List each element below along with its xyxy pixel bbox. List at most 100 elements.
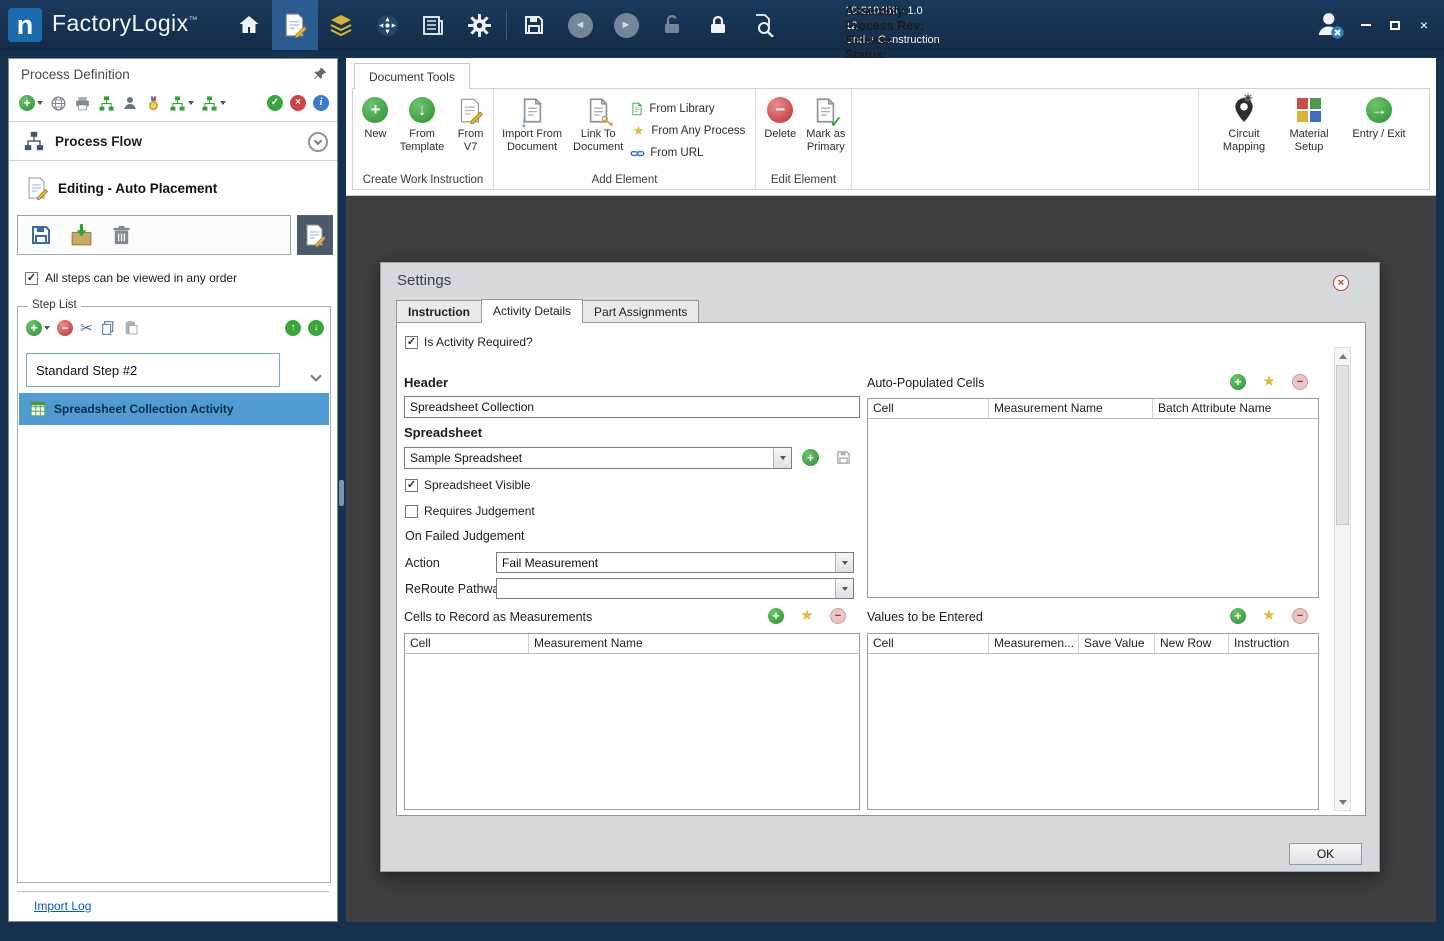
cut-button[interactable]: ✂	[80, 319, 93, 337]
spreadsheet-visible-checkbox[interactable]: ✓	[405, 478, 418, 492]
column-cell[interactable]: Cell	[868, 634, 989, 653]
cells-to-record-table[interactable]: Cell Measurement Name	[404, 633, 860, 810]
new-button[interactable]: + New	[357, 94, 394, 141]
view-order-checkbox[interactable]: ✓	[25, 271, 38, 285]
scroll-down-button[interactable]	[1335, 794, 1350, 810]
add-row-button[interactable]: +	[1230, 608, 1246, 624]
paste-button[interactable]	[123, 320, 139, 336]
move-down-button[interactable]: ↓	[308, 320, 324, 336]
column-cell[interactable]: Cell	[868, 399, 989, 418]
circuit-mapping-button[interactable]: Circuit Mapping	[1217, 94, 1271, 153]
save-spreadsheet-button[interactable]	[835, 449, 852, 466]
from-any-process-button[interactable]: ★ From Any Process	[630, 123, 753, 139]
from-template-button[interactable]: ↓ From Template	[396, 94, 448, 153]
panel-scrollbar[interactable]	[1334, 347, 1351, 811]
process-layers-button[interactable]	[318, 0, 364, 50]
column-measurement-name[interactable]: Measurement Name	[529, 634, 859, 653]
material-setup-button[interactable]: Material Setup	[1281, 94, 1337, 153]
remove-row-button[interactable]: −	[830, 608, 846, 624]
import-step-button[interactable]	[65, 219, 97, 251]
settings-gear-button[interactable]	[456, 0, 502, 50]
maximize-button[interactable]	[1387, 17, 1403, 33]
info-button[interactable]: i	[313, 95, 329, 111]
requires-judgement-checkbox[interactable]	[405, 504, 418, 518]
column-measurement-name[interactable]: Measurement Name	[989, 399, 1153, 418]
reroute-pathway-select[interactable]	[496, 578, 854, 599]
step-selector-expander[interactable]	[310, 367, 322, 385]
lock-button[interactable]	[695, 0, 741, 50]
documents-button[interactable]	[410, 0, 456, 50]
save-step-button[interactable]	[25, 219, 57, 251]
auto-populated-table[interactable]: Cell Measurement Name Batch Attribute Na…	[867, 398, 1319, 598]
column-save-value[interactable]: Save Value	[1079, 634, 1155, 653]
expand-process-flow-button[interactable]	[308, 132, 328, 152]
scroll-up-button[interactable]	[1335, 348, 1350, 364]
tab-part-assignments[interactable]: Part Assignments	[582, 300, 700, 323]
undo-button[interactable]: ◄	[557, 0, 603, 50]
web-button[interactable]	[50, 95, 67, 112]
requires-judgement-row[interactable]: Requires Judgement	[405, 504, 535, 518]
values-table[interactable]: Cell Measuremen... Save Value New Row In…	[867, 633, 1319, 810]
enable-button[interactable]: ✓	[267, 95, 283, 111]
delete-element-button[interactable]: − Delete	[760, 94, 801, 141]
add-button[interactable]: +	[19, 95, 43, 111]
tab-instruction[interactable]: Instruction	[396, 300, 482, 323]
print-button[interactable]	[74, 95, 91, 112]
home-button[interactable]	[226, 0, 272, 50]
close-button[interactable]: ×	[1416, 17, 1432, 33]
ok-button[interactable]: OK	[1289, 843, 1362, 865]
navigation-button[interactable]	[364, 0, 410, 50]
column-new-row[interactable]: New Row	[1155, 634, 1229, 653]
mark-as-primary-button[interactable]: ✓ Mark as Primary	[803, 94, 849, 153]
delete-step-button[interactable]	[105, 219, 137, 251]
add-spreadsheet-button[interactable]: +	[802, 449, 819, 466]
import-from-document-button[interactable]: ↓ Import From Document	[498, 94, 566, 153]
add-step-button[interactable]: +	[26, 320, 50, 336]
work-instructions-button[interactable]	[272, 0, 318, 50]
remove-step-button[interactable]: −	[57, 320, 73, 336]
import-log-link[interactable]: Import Log	[34, 899, 91, 913]
process-tree-button[interactable]	[98, 95, 115, 112]
from-url-button[interactable]: From URL	[630, 145, 753, 161]
dropdown-button[interactable]	[835, 579, 853, 598]
view-order-checkbox-row[interactable]: ✓ All steps can be viewed in any order	[25, 271, 237, 285]
header-input[interactable]	[404, 396, 860, 418]
route-options-button[interactable]	[201, 95, 226, 112]
unlock-button[interactable]	[649, 0, 695, 50]
column-batch-attribute-name[interactable]: Batch Attribute Name	[1153, 399, 1318, 418]
step-list-item-selected[interactable]: Spreadsheet Collection Activity	[19, 393, 329, 425]
column-instruction[interactable]: Instruction	[1229, 634, 1318, 653]
process-flow-row[interactable]: Process Flow	[9, 121, 337, 161]
remove-row-button[interactable]: −	[1292, 374, 1308, 390]
dropdown-button[interactable]	[773, 448, 791, 468]
column-measurement[interactable]: Measuremen...	[989, 634, 1079, 653]
minimize-button[interactable]	[1358, 17, 1374, 33]
auto-create-button[interactable]: ★	[1261, 608, 1277, 624]
flow-options-button[interactable]	[169, 95, 194, 112]
move-up-button[interactable]: ↑	[285, 320, 301, 336]
remove-row-button[interactable]: −	[1292, 608, 1308, 624]
audit-search-button[interactable]	[741, 0, 787, 50]
is-activity-required-row[interactable]: ✓ Is Activity Required?	[405, 335, 533, 349]
column-cell[interactable]: Cell	[405, 634, 529, 653]
save-button[interactable]	[511, 0, 557, 50]
entry-exit-button[interactable]: → Entry / Exit	[1347, 94, 1411, 141]
scrollbar-thumb[interactable]	[1336, 365, 1349, 525]
dialog-close-button[interactable]: ×	[1333, 275, 1349, 291]
is-activity-required-checkbox[interactable]: ✓	[405, 335, 418, 349]
copy-button[interactable]	[100, 320, 116, 336]
link-to-document-button[interactable]: Link To Document	[568, 94, 628, 153]
auto-create-button[interactable]: ★	[799, 608, 815, 624]
redo-button[interactable]: ►	[603, 0, 649, 50]
step-selector[interactable]: Standard Step #2	[26, 353, 280, 387]
auto-create-button[interactable]: ★	[1261, 374, 1277, 390]
from-library-button[interactable]: From Library	[630, 101, 753, 117]
tab-activity-details[interactable]: Activity Details	[481, 299, 584, 323]
add-row-button[interactable]: +	[768, 608, 784, 624]
user-session-icon[interactable]	[1315, 10, 1345, 40]
spreadsheet-visible-row[interactable]: ✓ Spreadsheet Visible	[405, 478, 531, 492]
panel-splitter[interactable]	[339, 480, 344, 506]
operator-button[interactable]	[122, 95, 138, 111]
spreadsheet-select[interactable]: Sample Spreadsheet	[404, 447, 792, 469]
add-row-button[interactable]: +	[1230, 374, 1246, 390]
